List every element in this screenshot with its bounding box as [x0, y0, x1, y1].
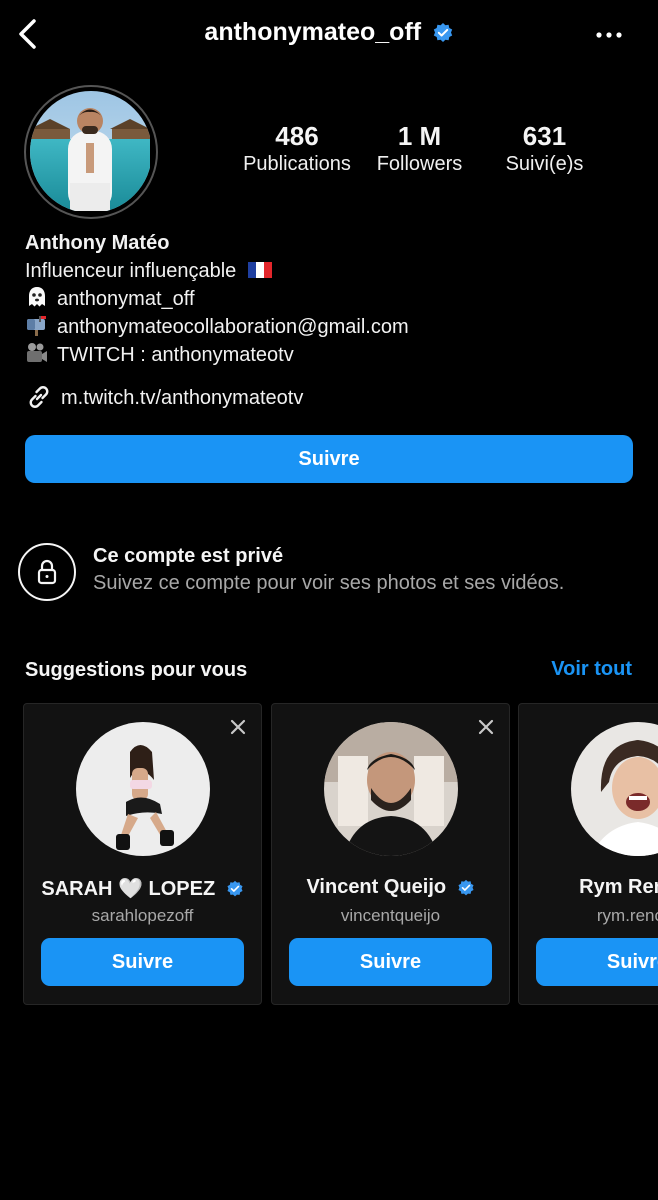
ghost-icon — [29, 287, 45, 307]
suggestion-follow-button[interactable]: Suivre — [41, 938, 244, 986]
profile-page: anthonymateo_off 486 Publications 1 M Fo… — [0, 0, 658, 1200]
stat-followers[interactable]: 1 M Followers — [367, 122, 472, 178]
suggestion-avatar[interactable] — [571, 722, 658, 856]
suggestion-card[interactable]: SARAH 🤍 LOPEZ sarahlopezoff Suivre — [23, 703, 262, 1005]
suggestions-title: Suggestions pour vous — [25, 659, 248, 681]
lock-icon — [37, 559, 57, 585]
bio-tagline-row: Influenceur influençable — [25, 257, 645, 285]
top-bar: anthonymateo_off — [0, 0, 658, 70]
private-account-title: Ce compte est privé — [93, 545, 284, 567]
close-icon — [478, 719, 494, 735]
suggestion-follow-button[interactable]: Suivre — [289, 938, 492, 986]
bio-email-row: anthonymateocollaboration@gmail.com — [25, 313, 645, 341]
profile-stats: 486 Publications 1 M Followers 631 Suivi… — [232, 122, 602, 182]
more-options-button[interactable] — [594, 20, 624, 50]
stat-value: 631 — [522, 121, 567, 151]
stat-label: Publications — [243, 153, 351, 175]
suggestion-name-row: SARAH 🤍 LOPEZ — [24, 876, 261, 901]
verified-badge-icon — [433, 22, 452, 42]
stat-label: Followers — [376, 153, 463, 175]
stat-publications[interactable]: 486 Publications — [232, 122, 362, 178]
mailbox-icon — [27, 316, 46, 336]
suggestion-name-row: Vincent Queijo — [272, 876, 509, 899]
private-account-subtitle: Suivez ce compte pour voir ses photos et… — [93, 572, 565, 594]
bio-snapchat: anthonymat_off — [57, 288, 195, 310]
movie-camera-icon — [27, 343, 47, 362]
suggestion-avatar[interactable] — [76, 722, 210, 856]
suggestion-follow-button[interactable]: Suivre — [536, 938, 658, 986]
suggestion-handle: rym.renom — [596, 906, 658, 925]
bio-twitch: TWITCH : anthonymateotv — [57, 344, 294, 366]
suggestion-name-row: Rym Renom — [519, 876, 658, 899]
suggestion-handle: vincentqueijo — [340, 906, 441, 925]
profile-username: anthonymateo_off — [204, 18, 422, 46]
bio-email: anthonymateocollaboration@gmail.com — [57, 316, 409, 338]
avatar-image — [30, 91, 152, 213]
suggestion-avatar[interactable] — [324, 722, 458, 856]
verified-badge-icon — [227, 880, 243, 896]
stat-value: 1 M — [397, 121, 442, 151]
header-title: anthonymateo_off — [0, 18, 658, 47]
bio-link-text: m.twitch.tv/anthonymateotv — [61, 387, 304, 409]
bio-link[interactable]: m.twitch.tv/anthonymateotv — [25, 383, 303, 412]
suggestion-card[interactable]: Rym Renom rym.renom Suivre — [518, 703, 658, 1005]
french-flag-icon — [247, 262, 272, 278]
bio-twitch-row: TWITCH : anthonymateotv — [25, 341, 645, 369]
dismiss-suggestion-button[interactable] — [229, 718, 247, 736]
suggestion-handle: sarahlopezoff — [91, 906, 194, 925]
stat-following[interactable]: 631 Suivi(e)s — [492, 122, 597, 178]
stat-label: Suivi(e)s — [505, 153, 584, 175]
suggestion-name: SARAH 🤍 LOPEZ — [41, 878, 216, 900]
dismiss-suggestion-button[interactable] — [477, 718, 495, 736]
bio-tagline: Influenceur influençable — [25, 260, 237, 282]
bio-snapchat-row: anthonymat_off — [25, 285, 645, 313]
more-horizontal-icon — [596, 32, 622, 38]
profile-bio: Anthony Matéo Influenceur influençable a… — [25, 229, 645, 369]
profile-full-name: Anthony Matéo — [25, 232, 170, 254]
suggestion-card[interactable]: Vincent Queijo vincentqueijo Suivre — [271, 703, 510, 1005]
private-lock-badge — [18, 543, 76, 601]
suggestion-name: Vincent Queijo — [306, 876, 447, 898]
verified-badge-icon — [458, 879, 474, 895]
suggestion-name: Rym Renom — [579, 876, 658, 898]
follow-button[interactable]: Suivre — [25, 435, 633, 483]
stat-value: 486 — [275, 121, 319, 151]
see-all-link[interactable]: Voir tout — [551, 658, 632, 681]
link-icon — [29, 386, 49, 408]
profile-avatar[interactable] — [24, 85, 158, 219]
close-icon — [230, 719, 246, 735]
